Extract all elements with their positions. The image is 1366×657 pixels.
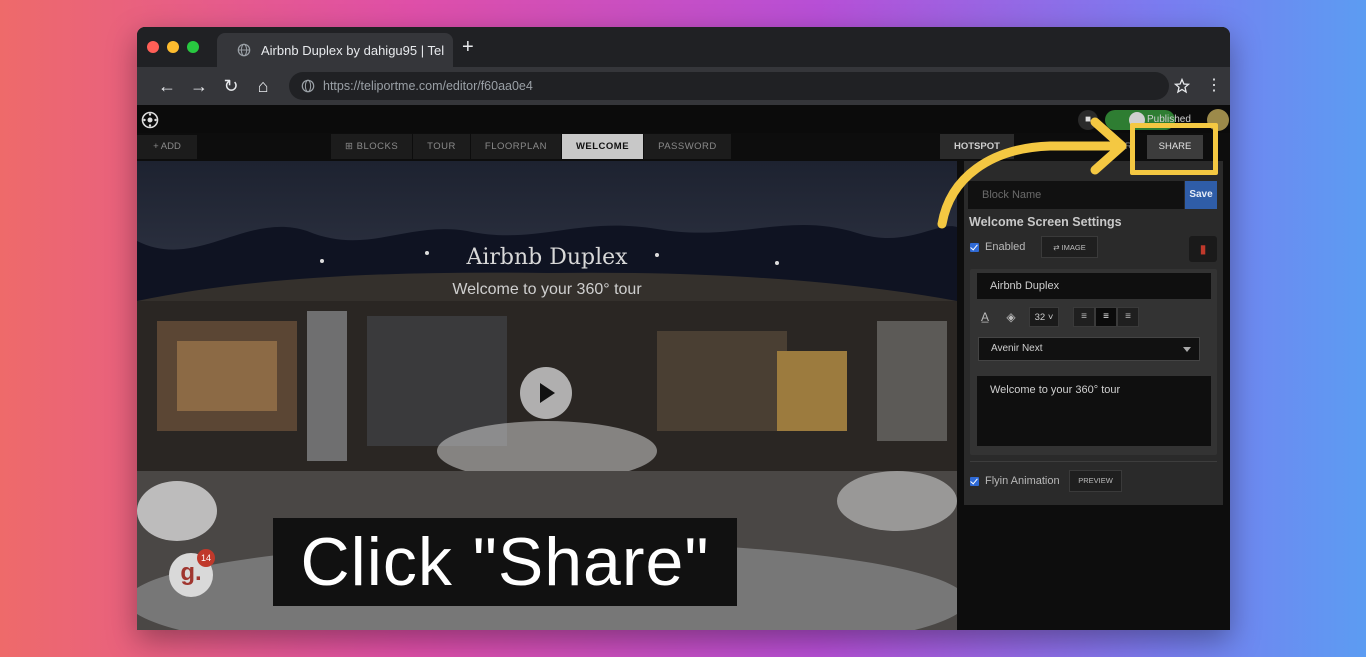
checkbox-checked-icon — [970, 242, 979, 252]
tutorial-caption: Click "Share" — [273, 518, 737, 606]
pointer-arrow-icon — [937, 117, 1127, 229]
minimize-window-button[interactable] — [167, 41, 179, 53]
share-highlight-box — [1130, 123, 1218, 175]
close-window-button[interactable] — [147, 41, 159, 53]
forward-icon[interactable]: → — [189, 76, 209, 96]
flyin-checkbox[interactable]: Flyin Animation — [970, 475, 1060, 487]
text-color-icon[interactable]: A̲ — [977, 309, 993, 325]
add-button[interactable]: + ADD — [137, 135, 197, 159]
enabled-checkbox[interactable]: Enabled — [970, 241, 1025, 253]
play-icon — [540, 383, 555, 403]
play-button[interactable] — [520, 367, 572, 419]
globe-icon — [237, 43, 251, 57]
title-input[interactable]: Airbnb Duplex — [977, 273, 1211, 299]
home-icon[interactable]: ⌂ — [253, 76, 273, 96]
maximize-window-button[interactable] — [187, 41, 199, 53]
preview-button[interactable]: PREVIEW — [1069, 470, 1122, 492]
font-size-value: 32 — [1034, 312, 1046, 323]
tab-title: Airbnb Duplex by dahigu95 | Tel — [261, 42, 445, 58]
tab-label: BLOCKS — [356, 141, 399, 152]
chevron-down-icon — [1183, 347, 1191, 352]
fill-color-icon[interactable]: ◈ — [1003, 309, 1019, 325]
new-tab-button[interactable]: + — [462, 37, 474, 57]
align-right-icon[interactable]: ≡ — [1117, 307, 1139, 327]
caption-text: Click "Share" — [300, 524, 710, 600]
font-size-select[interactable]: 32 ˅ — [1029, 307, 1059, 327]
subtitle-input[interactable]: Welcome to your 360° tour — [977, 376, 1211, 446]
flyin-label: Flyin Animation — [985, 475, 1060, 487]
address-bar[interactable]: https://teliportme.com/editor/f60aa0e4 — [289, 72, 1169, 100]
welcome-subtitle: Welcome to your 360° tour — [452, 281, 642, 298]
image-button[interactable]: ⇄ IMAGE — [1041, 236, 1098, 258]
align-left-icon[interactable]: ≡ — [1073, 307, 1095, 327]
swap-icon: ⇄ — [1053, 243, 1062, 252]
tab-floorplan[interactable]: FLOORPLAN — [470, 134, 561, 159]
reload-icon[interactable]: ↻ — [221, 76, 241, 96]
welcome-title: Airbnb Duplex — [466, 245, 628, 270]
trash-icon[interactable]: ▮ — [1189, 236, 1217, 262]
bookmark-star-icon[interactable] — [1174, 78, 1190, 94]
save-button[interactable]: Save — [1185, 181, 1217, 209]
checkbox-checked-icon — [970, 476, 979, 486]
browser-toolbar: ← → ↻ ⌂ https://teliportme.com/editor/f6… — [137, 67, 1230, 105]
align-center-icon[interactable]: ≡ — [1095, 307, 1117, 327]
site-info-icon — [301, 79, 315, 93]
tab-tour[interactable]: TOUR — [413, 134, 470, 159]
nav-tabs: ⊞ BLOCKS TOUR FLOORPLAN WELCOME PASSWORD — [331, 134, 732, 159]
browser-tab[interactable]: Airbnb Duplex by dahigu95 | Tel — [217, 33, 453, 67]
extensions-icon[interactable]: ⋮ — [1206, 75, 1222, 95]
tab-blocks[interactable]: ⊞ BLOCKS — [331, 134, 413, 159]
font-family-select[interactable]: Avenir Next — [978, 337, 1200, 361]
back-icon[interactable]: ← — [157, 76, 177, 96]
badge-count: 14 — [197, 549, 215, 567]
tab-strip: Airbnb Duplex by dahigu95 | Tel + — [137, 27, 1230, 67]
teliportme-logo-icon[interactable] — [141, 111, 159, 129]
font-family-value: Avenir Next — [991, 343, 1043, 354]
blocks-grid-icon: ⊞ — [345, 141, 357, 152]
format-toolbar: A̲ ◈ 32 ˅ ≡ ≡ ≡ — [977, 307, 1139, 327]
tab-password[interactable]: PASSWORD — [644, 134, 731, 159]
divider — [970, 461, 1217, 462]
enabled-label: Enabled — [985, 241, 1026, 253]
url-text: https://teliportme.com/editor/f60aa0e4 — [323, 79, 533, 93]
image-button-label: IMAGE — [1061, 243, 1086, 252]
text-settings-box: Airbnb Duplex A̲ ◈ 32 ˅ ≡ ≡ ≡ Avenir Nex… — [970, 269, 1217, 455]
tab-welcome[interactable]: WELCOME — [561, 134, 644, 159]
